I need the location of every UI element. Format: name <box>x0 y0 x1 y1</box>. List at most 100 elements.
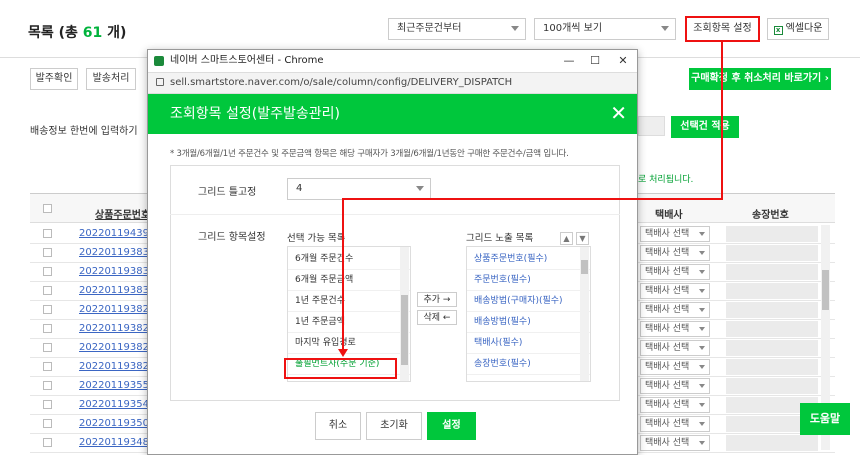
grid-fix-select[interactable]: 4 <box>287 178 431 200</box>
tracking-input[interactable] <box>726 359 818 375</box>
row-checkbox[interactable] <box>43 286 52 295</box>
row-checkbox[interactable] <box>43 324 52 333</box>
close-window-icon[interactable]: ✕ <box>612 52 634 70</box>
move-down-icon[interactable]: ▼ <box>576 232 589 245</box>
processed-note: 로 처리됩니다. <box>638 175 694 185</box>
available-list-scrollbar-thumb[interactable] <box>401 295 408 365</box>
tracking-input[interactable] <box>726 283 818 299</box>
col-order-no[interactable]: 상품주문번호 <box>95 206 150 221</box>
confirm-order-button[interactable]: 발주확인 <box>30 68 78 90</box>
maximize-icon[interactable]: ☐ <box>584 52 606 70</box>
courier-select-value: 택배사 선택 <box>645 381 690 391</box>
tracking-input[interactable] <box>726 321 818 337</box>
title-prefix: 목록 (총 <box>28 25 83 41</box>
courier-select[interactable]: 택배사 선택 <box>640 416 710 432</box>
row-checkbox[interactable] <box>43 305 52 314</box>
select-all-checkbox[interactable] <box>43 204 52 213</box>
row-checkbox[interactable] <box>43 419 52 428</box>
row-checkbox[interactable] <box>43 362 52 371</box>
chevron-down-icon <box>699 232 705 236</box>
tracking-input[interactable] <box>726 435 818 451</box>
courier-select[interactable]: 택배사 선택 <box>640 321 710 337</box>
courier-select-value: 택배사 선택 <box>645 400 690 410</box>
chevron-down-icon <box>699 422 705 426</box>
available-list-item[interactable]: 1년 주문금액 <box>288 312 410 333</box>
row-checkbox[interactable] <box>43 343 52 352</box>
tracking-input[interactable] <box>726 302 818 318</box>
visible-list[interactable]: 상품주문번호(필수) 주문번호(필수) 배송방법(구매자)(필수) 배송방법(필수) 택… <box>466 246 591 382</box>
courier-select[interactable]: 택배사 선택 <box>640 359 710 375</box>
tracking-input[interactable] <box>726 378 818 394</box>
sort-select-value: 최근주문건부터 <box>397 23 462 34</box>
available-list-item[interactable]: 1년 주문건수 <box>288 291 410 312</box>
row-checkbox[interactable] <box>43 248 52 257</box>
chevron-down-icon <box>699 327 705 331</box>
courier-select[interactable]: 택배사 선택 <box>640 264 710 280</box>
visible-list-item[interactable]: 송장번호(필수) <box>467 354 590 375</box>
visible-list-item[interactable]: 주문번호(필수) <box>467 270 590 291</box>
remove-button[interactable]: 삭제 ← <box>417 310 457 325</box>
reset-button[interactable]: 초기화 <box>366 412 422 440</box>
courier-select-value: 택배사 선택 <box>645 419 690 429</box>
dispatch-button[interactable]: 발송처리 <box>86 68 136 90</box>
page-size-select[interactable]: 100개씩 보기 <box>534 18 676 40</box>
available-list-item[interactable]: 마지막 유입경로 <box>288 333 410 354</box>
apply-selected-button[interactable]: 선택건 적용 <box>671 116 739 138</box>
available-list-item[interactable]: 6개월 주문건수 <box>288 249 410 270</box>
close-icon[interactable]: ✕ <box>610 102 627 124</box>
tracking-input[interactable] <box>726 245 818 261</box>
annotation-line <box>721 42 723 200</box>
excel-download-button[interactable]: x 엑셀다운 <box>767 18 829 40</box>
visible-list-scrollbar-thumb[interactable] <box>581 260 588 274</box>
move-up-icon[interactable]: ▲ <box>560 232 573 245</box>
visible-list-item[interactable]: 배송방법(필수) <box>467 312 590 333</box>
chevron-down-icon <box>511 26 519 31</box>
row-checkbox[interactable] <box>43 229 52 238</box>
tracking-input[interactable] <box>726 264 818 280</box>
row-checkbox[interactable] <box>43 438 52 447</box>
address-bar[interactable]: sell.smartstore.naver.com/o/sale/column/… <box>148 72 637 94</box>
available-list-title: 선택 가능 목록 <box>287 233 346 244</box>
row-checkbox[interactable] <box>43 267 52 276</box>
row-checkbox[interactable] <box>43 400 52 409</box>
visible-list-title: 그리드 노출 목록 <box>466 233 534 244</box>
courier-select-value: 택배사 선택 <box>645 324 690 334</box>
available-list-item[interactable]: 6개월 주문금액 <box>288 270 410 291</box>
column-config-button[interactable]: 조회항목 설정 <box>685 16 760 42</box>
visible-list-item[interactable]: 배송방법(구매자)(필수) <box>467 291 590 312</box>
chevron-down-icon <box>699 289 705 293</box>
cancel-after-confirm-button[interactable]: 구매확정 후 취소처리 바로가기 › <box>689 68 831 90</box>
visible-list-item[interactable]: 상품주문번호(필수) <box>467 249 590 270</box>
excel-icon: x <box>773 26 783 35</box>
courier-select[interactable]: 택배사 선택 <box>640 340 710 356</box>
courier-select[interactable]: 택배사 선택 <box>640 397 710 413</box>
table-scrollbar-thumb[interactable] <box>822 270 829 310</box>
courier-select[interactable]: 택배사 선택 <box>640 435 710 451</box>
courier-select-value: 택배사 선택 <box>645 229 690 239</box>
tracking-input[interactable] <box>726 226 818 242</box>
tracking-input[interactable] <box>726 340 818 356</box>
courier-select[interactable]: 택배사 선택 <box>640 302 710 318</box>
grid-fix-label: 그리드 틀고정 <box>198 187 257 198</box>
apply-button[interactable]: 설정 <box>427 412 476 440</box>
courier-select[interactable]: 택배사 선택 <box>640 245 710 261</box>
cancel-button[interactable]: 취소 <box>315 412 361 440</box>
courier-select[interactable]: 택배사 선택 <box>640 226 710 242</box>
bulk-input[interactable] <box>638 116 665 136</box>
total-count: 61 <box>82 25 103 41</box>
courier-select-value: 택배사 선택 <box>645 438 690 448</box>
sort-select[interactable]: 최근주문건부터 <box>388 18 526 40</box>
row-checkbox[interactable] <box>43 381 52 390</box>
annotation-arrowhead <box>338 349 348 357</box>
minimize-icon[interactable]: — <box>558 52 580 70</box>
add-button[interactable]: 추가 → <box>417 292 457 307</box>
col-tracking: 송장번호 <box>752 210 789 221</box>
courier-select[interactable]: 택배사 선택 <box>640 378 710 394</box>
help-button[interactable]: 도움말 <box>800 403 850 435</box>
grid-items-label: 그리드 항목설정 <box>198 232 266 243</box>
excel-download-label: 엑셀다운 <box>785 23 823 34</box>
courier-select[interactable]: 택배사 선택 <box>640 283 710 299</box>
chevron-down-icon <box>699 270 705 274</box>
visible-list-item[interactable]: 택배사(필수) <box>467 333 590 354</box>
chevron-down-icon <box>699 441 705 445</box>
